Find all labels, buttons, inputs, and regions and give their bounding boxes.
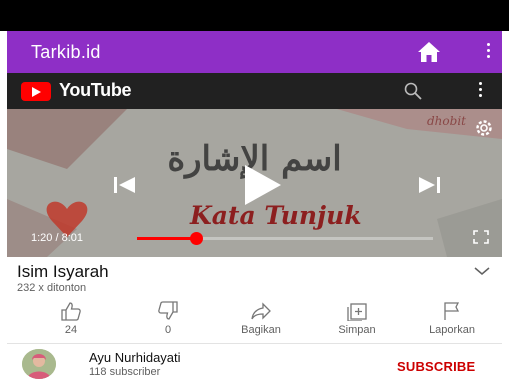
watermark-signature: dhobit [427,114,466,128]
app-bar: Tarkib.id [7,31,502,73]
overflow-menu-icon[interactable] [485,43,491,61]
flag-icon [444,302,460,320]
video-title: Isim Isyarah [17,262,109,281]
save-label: Simpan [338,324,376,336]
share-icon [251,302,271,320]
divider [7,343,502,344]
youtube-logo-icon [21,82,51,101]
video-time: 1:20 / 8:01 [31,232,83,244]
share-label: Bagikan [241,324,281,336]
like-count: 24 [64,324,78,336]
report-label: Laporkan [429,324,475,336]
share-button[interactable]: Bagikan [221,299,301,336]
thumb-up-icon [61,302,81,321]
like-button[interactable]: 24 [31,299,111,336]
save-icon [347,303,367,321]
home-icon[interactable] [417,41,441,63]
avatar-image [22,349,56,379]
settings-gear-icon[interactable] [473,117,495,139]
status-bar [0,0,509,31]
fullscreen-icon[interactable] [473,230,489,244]
search-icon[interactable] [403,81,423,101]
dislike-count: 0 [164,324,172,336]
report-button[interactable]: Laporkan [412,299,492,336]
chevron-down-icon[interactable] [474,266,490,276]
action-bar: 24 0 Bagikan Simpan Laporkan [7,299,502,341]
video-player[interactable]: dhobit اسم الإشارة Kata Tunjuk 1:20 / 8:… [7,109,502,257]
youtube-wordmark: YouTube [59,80,132,100]
save-button[interactable]: Simpan [317,299,397,336]
next-icon[interactable] [418,176,440,194]
play-icon[interactable] [239,163,283,207]
view-count: 232 x ditonton [17,282,87,294]
subscriber-count: 118 subscriber [89,366,161,378]
channel-name[interactable]: Ayu Nurhidayati [89,350,181,365]
channel-avatar[interactable] [22,349,56,379]
youtube-menu-icon[interactable] [477,82,483,100]
previous-icon[interactable] [114,176,136,194]
dislike-button[interactable]: 0 [128,299,208,336]
thumb-down-icon [158,301,178,320]
subscribe-button[interactable]: SUBSCRIBE [397,359,475,374]
progress-fill [137,237,197,240]
progress-track[interactable] [137,232,433,245]
app-title: Tarkib.id [31,41,101,62]
youtube-header: YouTube [7,73,502,109]
